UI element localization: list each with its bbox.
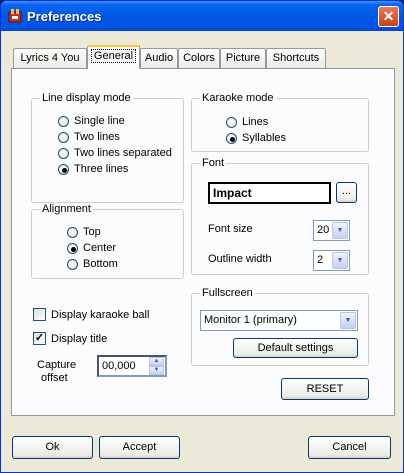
karaoke-ball-label: Display karaoke ball: [51, 309, 150, 321]
outline-width-label: Outline width: [208, 253, 272, 265]
outline-width-value: 2: [317, 254, 324, 266]
radio-button[interactable]: [58, 164, 69, 175]
karaoke-mode-title: Karaoke mode: [200, 92, 276, 104]
tab-label: General: [90, 49, 137, 63]
radio-button[interactable]: [58, 132, 69, 143]
radio-button[interactable]: [58, 116, 69, 127]
alignment-group: Alignment Top Center Bottom: [31, 203, 184, 279]
font-size-label: Font size: [208, 223, 253, 235]
fullscreen-group: Fullscreen Monitor 1 (primary) ▼ Default…: [191, 287, 369, 366]
font-group: Font Impact ... Font size 20 ▼ Outline w…: [191, 157, 369, 275]
chevron-down-icon[interactable]: ▼: [332, 252, 348, 269]
tab-shortcuts[interactable]: Shortcuts: [266, 48, 326, 68]
capture-offset-label-2: offset: [41, 372, 68, 384]
fullscreen-title: Fullscreen: [200, 287, 255, 299]
display-title-label: Display title: [51, 333, 108, 345]
font-size-select[interactable]: 20 ▼: [313, 220, 350, 241]
radio-label: Syllables: [242, 132, 287, 144]
accept-button[interactable]: Accept: [99, 436, 180, 459]
capture-offset-value: 00,000: [102, 360, 136, 372]
tab-label: Lyrics 4 You: [20, 52, 80, 64]
default-settings-button[interactable]: Default settings: [233, 338, 358, 358]
spin-up-icon[interactable]: ▲: [149, 357, 164, 366]
reset-button[interactable]: RESET: [281, 378, 369, 400]
close-icon: ✕: [382, 8, 395, 24]
karaoke-mode-group: Karaoke mode Lines Syllables: [191, 92, 369, 152]
ok-button[interactable]: Ok: [12, 436, 93, 459]
radio-button[interactable]: [226, 117, 237, 128]
tab-label: Audio: [144, 52, 174, 64]
capture-offset-label-1: Capture: [37, 359, 77, 371]
tab-picture[interactable]: Picture: [220, 48, 266, 68]
radio-label: Bottom: [83, 258, 118, 270]
monitor-value: Monitor 1 (primary): [204, 314, 297, 326]
font-size-value: 20: [317, 224, 330, 236]
radio-button[interactable]: [67, 259, 78, 270]
window-title: Preferences: [27, 9, 102, 24]
font-browse-button[interactable]: ...: [336, 182, 357, 203]
checkmark-icon: ✓: [34, 332, 45, 344]
radio-label: Single line: [74, 115, 125, 127]
radio-label: Three lines: [74, 163, 129, 175]
radio-label: Two lines: [74, 131, 120, 143]
tab-label: Colors: [183, 52, 215, 64]
preferences-window: Preferences ✕ Lyrics 4 You General Audio…: [0, 0, 404, 473]
capture-offset-spinner[interactable]: 00,000 ▲ ▼: [97, 355, 167, 377]
outline-width-select[interactable]: 2 ▼: [313, 250, 350, 271]
chevron-down-icon[interactable]: ▼: [332, 222, 348, 239]
radio-button[interactable]: [226, 133, 237, 144]
spin-down-icon[interactable]: ▼: [149, 366, 164, 375]
app-icon: [8, 9, 22, 23]
close-button[interactable]: ✕: [378, 6, 399, 27]
font-name-display: Impact: [208, 182, 331, 204]
chevron-down-icon[interactable]: ▼: [340, 312, 356, 329]
karaoke-ball-checkbox[interactable]: [33, 308, 46, 321]
line-display-mode-group: Line display mode Single line Two lines …: [31, 92, 184, 203]
general-tab-panel: Line display mode Single line Two lines …: [11, 68, 395, 416]
radio-label: Two lines separated: [74, 147, 172, 159]
radio-label: Lines: [242, 116, 269, 128]
tab-audio[interactable]: Audio: [140, 48, 178, 68]
tab-label: Picture: [225, 52, 261, 64]
radio-button[interactable]: [67, 227, 78, 238]
radio-button[interactable]: [67, 243, 78, 254]
tab-lyrics-4-you[interactable]: Lyrics 4 You: [13, 48, 87, 68]
radio-label: Top: [83, 226, 101, 238]
alignment-title: Alignment: [40, 203, 93, 215]
title-bar[interactable]: Preferences ✕: [1, 1, 403, 31]
font-title: Font: [200, 157, 227, 169]
line-display-mode-title: Line display mode: [40, 92, 133, 104]
display-title-checkbox[interactable]: ✓: [33, 332, 46, 345]
tab-label: Shortcuts: [272, 52, 320, 64]
cancel-button[interactable]: Cancel: [308, 436, 391, 459]
monitor-select[interactable]: Monitor 1 (primary) ▼: [200, 310, 358, 331]
tab-general[interactable]: General: [87, 45, 140, 69]
tab-colors[interactable]: Colors: [178, 48, 220, 68]
radio-label: Center: [83, 242, 117, 254]
radio-button[interactable]: [58, 148, 69, 159]
